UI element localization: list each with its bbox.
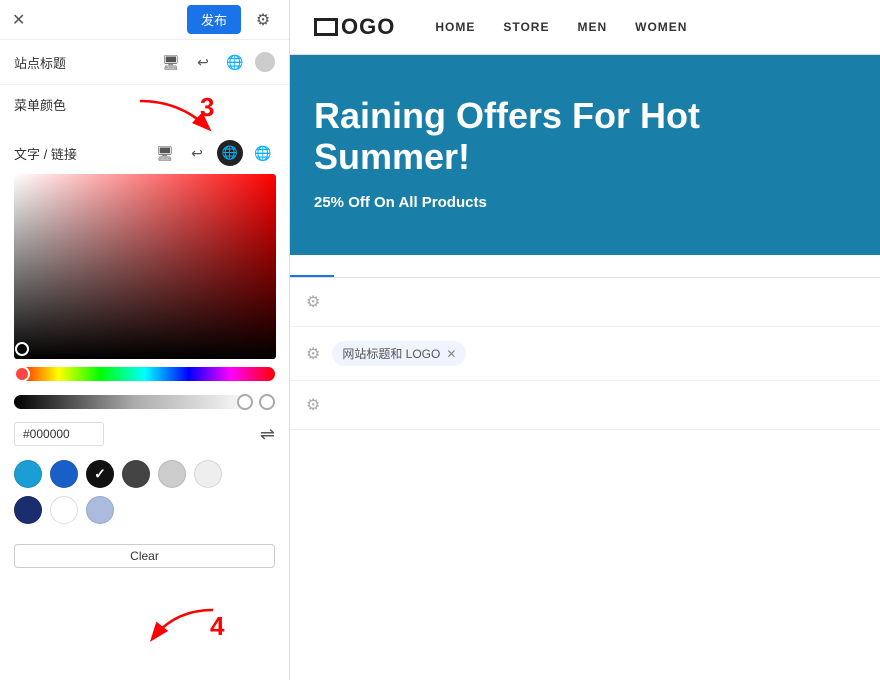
content-row-2: ⚙ 网站标题和 LOGO ✕ bbox=[290, 327, 880, 381]
settings-gear-button[interactable]: ⚙ bbox=[249, 6, 277, 34]
preview-nav: OGO HOME STORE MEN WOMEN bbox=[290, 0, 880, 55]
left-panel: ✕ 发布 ⚙ 站点标题 🖥 ↩ 🌐 菜单颜色 3 文字 / 链接 🖥 ↩ 🌐 🌐 bbox=[0, 0, 290, 680]
swatch-8[interactable] bbox=[86, 496, 114, 524]
arrow-4-svg bbox=[145, 600, 225, 650]
nav-store[interactable]: STORE bbox=[503, 20, 549, 34]
swatch-7[interactable] bbox=[50, 496, 78, 524]
content-row-3: ⚙ bbox=[290, 381, 880, 430]
nav-men[interactable]: MEN bbox=[577, 20, 607, 34]
text-link-row: 文字 / 链接 🖥 ↩ 🌐 🌐 bbox=[0, 132, 289, 174]
tag-chip: 网站标题和 LOGO ✕ bbox=[332, 341, 466, 366]
globe-active-icon[interactable]: 🌐 bbox=[217, 140, 243, 166]
tag-chip-label: 网站标题和 LOGO bbox=[342, 345, 440, 362]
swatch-0[interactable] bbox=[14, 460, 42, 488]
alpha-slider-wrap bbox=[14, 394, 275, 410]
preview-tabs bbox=[290, 255, 880, 278]
hero-subtitle: 25% Off On All Products bbox=[314, 194, 856, 211]
undo-icon[interactable]: ↩ bbox=[191, 50, 215, 74]
row-gear-2[interactable]: ⚙ bbox=[306, 344, 320, 364]
alpha-slider[interactable] bbox=[14, 395, 253, 409]
globe-icon-2[interactable]: 🌐 bbox=[251, 141, 275, 165]
hue-slider[interactable] bbox=[14, 367, 275, 381]
tab-1[interactable] bbox=[290, 255, 334, 277]
row-gear-3[interactable]: ⚙ bbox=[306, 395, 320, 415]
swatch-1[interactable] bbox=[50, 460, 78, 488]
alpha-thumb bbox=[259, 394, 275, 410]
content-row-1: ⚙ bbox=[290, 278, 880, 327]
content-rows: ⚙ ⚙ 网站标题和 LOGO ✕ ⚙ bbox=[290, 278, 880, 680]
globe-local-icon[interactable]: 🌐 bbox=[223, 50, 247, 74]
swatch-3[interactable] bbox=[122, 460, 150, 488]
monitor-icon-2[interactable]: 🖥 bbox=[153, 141, 177, 165]
swatch-4[interactable] bbox=[158, 460, 186, 488]
swatches-section bbox=[0, 456, 289, 540]
top-bar-actions: 发布 ⚙ bbox=[187, 5, 277, 34]
swatches-row-1 bbox=[14, 460, 275, 488]
right-panel: OGO HOME STORE MEN WOMEN Raining Offers … bbox=[290, 0, 880, 680]
nav-women[interactable]: WOMEN bbox=[635, 20, 687, 34]
hero-section: Raining Offers For Hot Summer! 25% Off O… bbox=[290, 55, 880, 255]
text-link-label: 文字 / 链接 bbox=[14, 144, 145, 163]
color-picker-canvas[interactable] bbox=[14, 174, 276, 359]
nav-links: HOME STORE MEN WOMEN bbox=[435, 20, 687, 34]
tag-chip-close[interactable]: ✕ bbox=[446, 347, 456, 361]
tab-2[interactable] bbox=[334, 255, 378, 277]
annotation-4: 4 bbox=[210, 611, 224, 642]
adjust-icon[interactable]: ⇌ bbox=[260, 424, 275, 445]
row-gear-1[interactable]: ⚙ bbox=[306, 292, 320, 312]
hex-input[interactable]: #000000 bbox=[14, 422, 104, 446]
publish-button[interactable]: 发布 bbox=[187, 5, 241, 34]
color-swatch-preview[interactable] bbox=[255, 52, 275, 72]
monitor-icon[interactable]: 🖥 bbox=[159, 50, 183, 74]
top-bar: ✕ 发布 ⚙ bbox=[0, 0, 289, 40]
hero-title: Raining Offers For Hot Summer! bbox=[314, 95, 856, 178]
logo: OGO bbox=[314, 14, 395, 40]
hex-row: #000000 ⇌ bbox=[0, 416, 289, 456]
close-button[interactable]: ✕ bbox=[12, 10, 25, 30]
clear-button[interactable]: Clear bbox=[14, 544, 275, 568]
swatch-5[interactable] bbox=[194, 460, 222, 488]
logo-text: OGO bbox=[341, 14, 395, 40]
hue-slider-wrap bbox=[14, 367, 275, 386]
site-title-row: 站点标题 🖥 ↩ 🌐 bbox=[0, 40, 289, 85]
swatches-row-2 bbox=[14, 496, 275, 524]
menu-color-label: 菜单颜色 bbox=[14, 95, 275, 114]
swatch-2[interactable] bbox=[86, 460, 114, 488]
undo-icon-2[interactable]: ↩ bbox=[185, 141, 209, 165]
menu-color-section: 菜单颜色 bbox=[0, 85, 289, 132]
site-title-label: 站点标题 bbox=[14, 53, 151, 72]
nav-home[interactable]: HOME bbox=[435, 20, 475, 34]
swatch-6[interactable] bbox=[14, 496, 42, 524]
